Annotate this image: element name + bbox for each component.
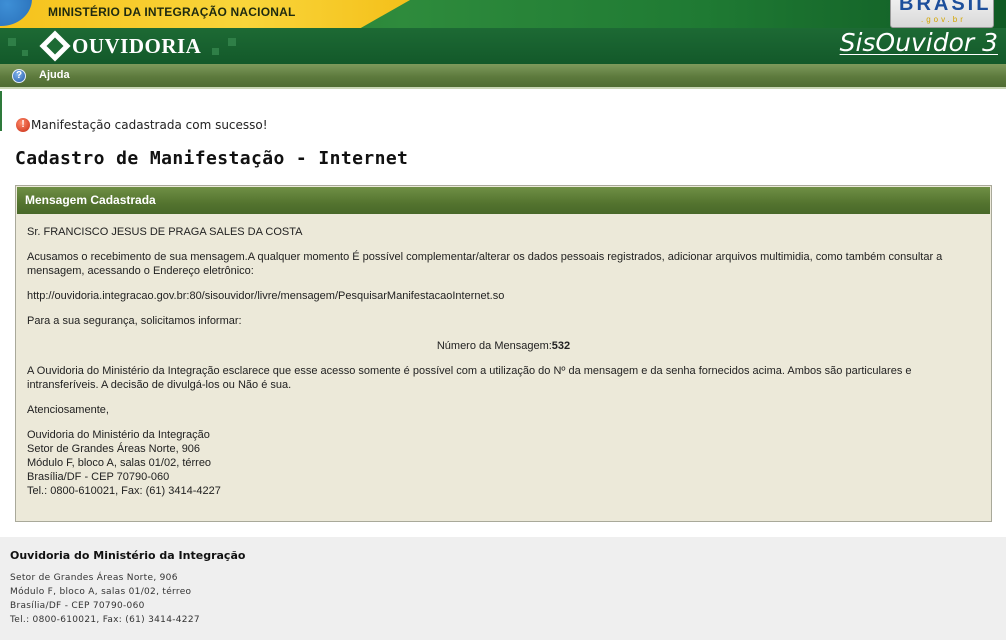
- message-number-line: Número da Mensagem:532: [27, 339, 980, 353]
- panel-body: Sr. FRANCISCO JESUS DE PRAGA SALES DA CO…: [16, 215, 991, 519]
- success-alert: ! Manifestação cadastrada com sucesso!: [16, 118, 268, 132]
- address-line: Setor de Grandes Áreas Norte, 906: [27, 443, 201, 455]
- footer-address-line: Módulo F, bloco A, salas 01/02, térreo: [10, 587, 192, 597]
- help-icon[interactable]: ?: [12, 69, 26, 83]
- address-line: Brasília/DF - CEP 70790-060: [27, 471, 170, 483]
- brasil-logo-subtext: .gov.br: [921, 15, 966, 24]
- success-message: Manifestação cadastrada com sucesso!: [31, 118, 268, 132]
- notice-text: A Ouvidoria do Ministério da Integração …: [27, 365, 912, 391]
- message-number: 532: [551, 340, 571, 352]
- acknowledgement-text: Acusamos o recebimento de sua mensagem.A…: [27, 251, 943, 277]
- address-line: Ouvidoria do Ministério da Integração: [27, 429, 210, 441]
- menu-bar: ? Ajuda: [0, 64, 1006, 89]
- alert-icon: !: [16, 118, 30, 132]
- page-footer: Ouvidoria do Ministério da Integração Se…: [0, 537, 1006, 640]
- message-panel: Mensagem Cadastrada Sr. FRANCISCO JESUS …: [15, 185, 992, 522]
- header-decoration: [212, 48, 219, 55]
- footer-address-line: Setor de Grandes Áreas Norte, 906: [10, 573, 178, 583]
- ouvidoria-logo-icon: [39, 30, 71, 62]
- app-header: OUVIDORIA SisOuvidor 3: [0, 28, 1006, 64]
- address-line: Tel.: 0800-610021, Fax: (61) 3414-4227: [27, 485, 221, 497]
- brasil-logo-text: BRASIL: [899, 0, 992, 15]
- closing-text: Atenciosamente,: [27, 404, 109, 416]
- header-decoration: [8, 38, 16, 46]
- ministry-name: MINISTÉRIO DA INTEGRAÇÃO NACIONAL: [48, 5, 296, 19]
- footer-address-line: Brasília/DF - CEP 70790-060: [10, 601, 145, 611]
- footer-address-line: Tel.: 0800-610021, Fax: (61) 3414-4227: [10, 615, 200, 625]
- panel-header: Mensagem Cadastrada: [17, 187, 990, 214]
- footer-address: Setor de Grandes Áreas Norte, 906 Módulo…: [10, 571, 200, 627]
- left-accent-strip: [0, 91, 2, 131]
- page-title: Cadastro de Manifestação - Internet: [15, 148, 409, 169]
- ouvidoria-title: OUVIDORIA: [72, 34, 202, 58]
- app-name-logo[interactable]: SisOuvidor 3: [840, 28, 998, 57]
- address-line: Módulo F, bloco A, salas 01/02, térreo: [27, 457, 212, 469]
- message-number-label: Número da Mensagem:: [436, 340, 552, 352]
- header-decoration: [228, 38, 236, 46]
- consult-url[interactable]: http://ouvidoria.integracao.gov.br:80/si…: [27, 289, 980, 303]
- brasil-logo[interactable]: BRASIL .gov.br: [890, 0, 994, 28]
- footer-title: Ouvidoria do Ministério da Integração: [10, 549, 246, 562]
- menu-item-ajuda[interactable]: Ajuda: [39, 69, 70, 81]
- panel-address: Ouvidoria do Ministério da Integração Se…: [27, 428, 980, 498]
- greeting: Sr. FRANCISCO JESUS DE PRAGA SALES DA CO…: [27, 226, 303, 238]
- security-text: Para a sua segurança, solicitamos inform…: [27, 315, 242, 327]
- gov-banner: MINISTÉRIO DA INTEGRAÇÃO NACIONAL BRASIL…: [0, 0, 1006, 28]
- header-decoration: [22, 50, 28, 56]
